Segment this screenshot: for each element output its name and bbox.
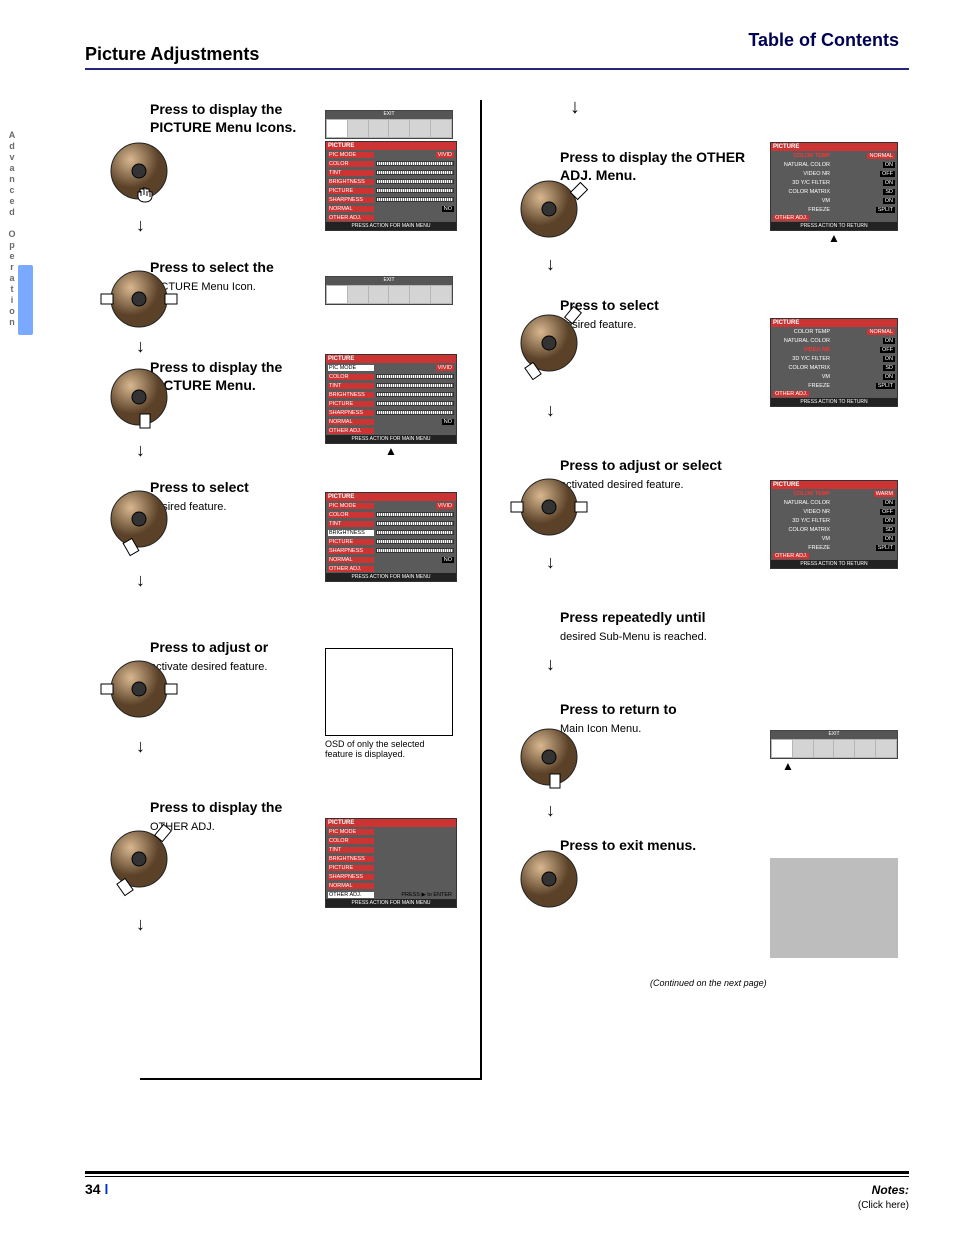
notes-sub[interactable]: (Click here) [858, 1200, 909, 1211]
toc-link[interactable]: Table of Contents [748, 30, 899, 51]
remote-dial-icon [108, 140, 170, 205]
flow-arrow-icon: ↓ [136, 570, 145, 591]
vertical-section-label: Advanced Operation [5, 130, 19, 328]
press-hand-icon [544, 772, 566, 790]
step-caption: Press to display the PICTURE Menu Icons. [150, 100, 325, 140]
osd-tab-bar: EXIT [770, 730, 898, 759]
footer-rule [85, 1171, 909, 1174]
press-hand-icon [134, 412, 156, 430]
flow-arrow-icon: ↓ [546, 552, 555, 573]
step-caption: Press to display the OTHER ADJ. Menu. [560, 148, 750, 188]
press-left-icon [98, 678, 116, 700]
pointer-up-icon: ▲ [770, 233, 898, 243]
flow-arrow-icon: ↓ [546, 400, 555, 421]
osd-other-adj-menu: PICTURE COLOR TEMPNORMAL NATURAL COLORON… [770, 318, 898, 407]
header-rule [85, 68, 909, 70]
flow-arrow-icon: ↓ [546, 254, 555, 275]
pointer-up-icon: ▲ [782, 761, 898, 771]
step-caption: Press to adjust oractivate desired featu… [150, 638, 325, 674]
osd-tab-bar: EXIT [325, 276, 453, 305]
notes-link[interactable]: Notes: [872, 1183, 909, 1197]
remote-dial-icon [518, 312, 580, 377]
remote-dial-icon [518, 848, 580, 913]
osd-picture-menu: PICTURE PIC MODEVIVID COLOR TINT BRIGHTN… [325, 492, 457, 582]
flow-arrow-icon: ↓ [546, 800, 555, 821]
step-caption: Press to exit menus. [560, 836, 750, 858]
osd-other-adj-menu: PICTURE COLOR TEMPWARM NATURAL COLORON V… [770, 480, 898, 569]
press-left-icon [508, 496, 526, 518]
osd-tab-bar: EXIT [325, 110, 453, 139]
remote-dial-icon [108, 366, 170, 431]
remote-dial-icon [518, 178, 580, 243]
flow-arrow-icon: ↓ [136, 736, 145, 757]
remote-dial-icon [518, 726, 580, 791]
flow-arrow-icon: ↓ [136, 215, 145, 236]
remote-dial-icon [518, 476, 580, 541]
press-right-icon [162, 678, 180, 700]
remote-dial-icon [108, 658, 170, 723]
pointer-up-icon: ▲ [325, 446, 457, 456]
section-title: Picture Adjustments [85, 44, 259, 65]
step-caption: Press to selectdesired feature. [560, 296, 750, 332]
press-hand-icon [134, 186, 156, 204]
osd-placeholder-box [325, 648, 453, 736]
column-divider [480, 100, 482, 1080]
osd-other-adj-menu: PICTURE COLOR TEMPNORMAL NATURAL COLORON… [770, 142, 898, 231]
osd-picture-menu: PICTURE PIC MODE COLOR TINT BRIGHTNESS P… [325, 818, 457, 908]
step-caption: Press to display theOTHER ADJ. [150, 798, 325, 834]
remote-dial-icon [108, 268, 170, 333]
column-footer-rule [140, 1078, 482, 1080]
continued-note: (Continued on the next page) [650, 978, 767, 988]
fig-caption: OSD of only the selected feature is disp… [325, 739, 453, 759]
step-caption: Press to selectdesired feature. [150, 478, 325, 514]
press-left-icon [98, 288, 116, 310]
step-caption: Press to adjust or selectactivated desir… [560, 456, 750, 492]
osd-picture-menu: PICTURE PIC MODEVIVID COLOR TINT BRIGHTN… [325, 141, 457, 231]
flow-arrow-icon: ↓ [136, 914, 145, 935]
step-caption: Press repeatedly untildesired Sub-Menu i… [560, 608, 750, 644]
side-tab [18, 265, 33, 335]
flow-arrow-icon: ↓ [546, 654, 555, 675]
flow-arrow-down-icon: ↓ [570, 96, 580, 119]
footer-subrule [85, 1176, 909, 1177]
remote-dial-icon [108, 828, 170, 893]
step-caption: Press to display the PICTURE Menu. [150, 358, 325, 398]
step-caption: Press to return toMain Icon Menu. [560, 700, 750, 736]
flow-arrow-icon: ↓ [136, 336, 145, 357]
press-right-icon [162, 288, 180, 310]
blank-screen-box [770, 858, 898, 958]
remote-dial-icon [108, 488, 170, 553]
press-right-icon [572, 496, 590, 518]
flow-arrow-icon: ↓ [136, 440, 145, 461]
page-number: 34 l [85, 1181, 108, 1197]
osd-picture-menu: PICTURE PIC MODEVIVID COLOR TINT BRIGHTN… [325, 354, 457, 444]
